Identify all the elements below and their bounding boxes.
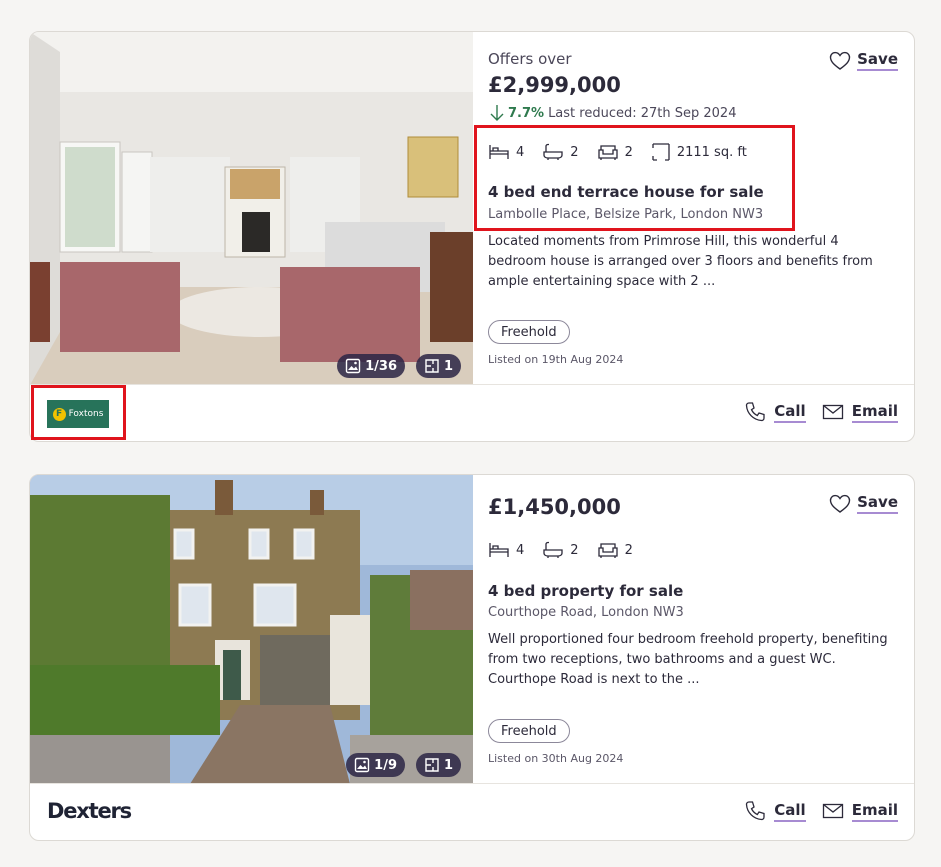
- receptions-count: 2: [624, 542, 633, 558]
- property-features: 4 2 2 2111 sq. ft: [488, 142, 765, 162]
- email-button[interactable]: Email: [822, 402, 898, 423]
- floorplan-badge[interactable]: 1: [415, 753, 461, 777]
- tenure-tag: Freehold: [488, 719, 570, 743]
- email-button[interactable]: Email: [822, 801, 898, 822]
- area-icon: [652, 143, 670, 161]
- listing-price: £2,999,000: [488, 73, 621, 97]
- envelope-icon: [822, 803, 843, 819]
- reduction-date: Last reduced: 27th Sep 2024: [548, 105, 737, 121]
- armchair-icon: [597, 543, 618, 558]
- heart-icon: [829, 51, 851, 70]
- listing-title[interactable]: 4 bed property for sale: [488, 582, 683, 600]
- save-label: Save: [857, 493, 898, 514]
- save-button[interactable]: Save: [829, 493, 898, 514]
- image-icon: [354, 757, 370, 773]
- listing-title[interactable]: 4 bed end terrace house for sale: [488, 183, 764, 201]
- phone-icon: [746, 402, 765, 422]
- save-button[interactable]: Save: [829, 50, 898, 71]
- bathrooms: 2: [542, 143, 579, 161]
- bath-icon: [543, 143, 563, 160]
- listing-footer: F Foxtons Call Email: [30, 384, 914, 441]
- call-label: Call: [774, 801, 806, 822]
- listing-photo[interactable]: 1/9 1: [30, 475, 473, 784]
- bath-icon: [543, 541, 563, 558]
- heart-icon: [829, 494, 851, 513]
- property-features: 4 2 2: [488, 541, 651, 559]
- living-room-photo: [30, 32, 473, 385]
- call-button[interactable]: Call: [744, 800, 806, 822]
- arrow-down-icon: [490, 105, 504, 121]
- listing-card[interactable]: 1/36 1 Offers over £2,999,000 7.7% Last …: [29, 31, 915, 442]
- listed-date: Listed on 19th Aug 2024: [488, 353, 624, 366]
- bed-icon: [489, 145, 509, 159]
- listing-footer: Dexters Call Email: [30, 783, 914, 840]
- bedrooms-count: 4: [516, 542, 525, 558]
- reduction-percent: 7.7%: [508, 105, 545, 121]
- agent-logo[interactable]: F Foxtons: [47, 400, 109, 428]
- listing-address: Lambolle Place, Belsize Park, London NW3: [488, 207, 764, 222]
- tenure-tag: Freehold: [488, 320, 570, 344]
- floorplan-icon: [425, 359, 439, 373]
- receptions: 2: [597, 541, 633, 559]
- agent-name: Foxtons: [68, 409, 104, 419]
- floorplan-count: 1: [443, 358, 453, 374]
- listing-description: Located moments from Primrose Hill, this…: [488, 234, 873, 289]
- phone-icon: [746, 801, 765, 821]
- photo-count: 1/36: [365, 358, 397, 374]
- bathrooms-count: 2: [570, 144, 579, 160]
- price-qualifier: Offers over: [488, 50, 572, 68]
- agent-logo[interactable]: Dexters: [47, 799, 132, 823]
- listing-photo[interactable]: 1/36 1: [30, 32, 473, 385]
- armchair-icon: [597, 145, 618, 160]
- foxtons-f-icon: F: [52, 407, 66, 421]
- listing-card[interactable]: 1/9 1 £1,450,000 Save 4 2 2 4 bed proper…: [29, 474, 915, 841]
- bedrooms-count: 4: [516, 144, 525, 160]
- listing-description: Well proportioned four bedroom freehold …: [488, 632, 888, 687]
- bed-icon: [489, 543, 509, 557]
- receptions: 2: [597, 143, 633, 161]
- floor-area: 2111 sq. ft: [651, 142, 747, 162]
- envelope-icon: [822, 404, 843, 420]
- bathrooms-count: 2: [570, 542, 579, 558]
- bathrooms: 2: [542, 541, 579, 559]
- photo-count: 1/9: [374, 757, 397, 773]
- floor-area-value: 2111 sq. ft: [676, 144, 747, 160]
- house-exterior-photo: [30, 475, 473, 784]
- floorplan-icon: [425, 758, 439, 772]
- listing-price: £1,450,000: [488, 495, 621, 519]
- listing-address: Courthope Road, London NW3: [488, 605, 684, 620]
- call-label: Call: [774, 402, 806, 423]
- image-icon: [345, 358, 361, 374]
- price-reduction: 7.7% Last reduced: 27th Sep 2024: [490, 104, 736, 122]
- photo-count-badge[interactable]: 1/9: [346, 753, 405, 777]
- save-label: Save: [857, 50, 898, 71]
- receptions-count: 2: [624, 144, 633, 160]
- email-label: Email: [851, 402, 898, 423]
- email-label: Email: [851, 801, 898, 822]
- call-button[interactable]: Call: [744, 401, 806, 423]
- listed-date: Listed on 30th Aug 2024: [488, 752, 624, 765]
- bedrooms: 4: [488, 541, 524, 559]
- floorplan-badge[interactable]: 1: [415, 354, 461, 378]
- bedrooms: 4: [488, 143, 524, 161]
- photo-count-badge[interactable]: 1/36: [337, 354, 405, 378]
- floorplan-count: 1: [443, 757, 453, 773]
